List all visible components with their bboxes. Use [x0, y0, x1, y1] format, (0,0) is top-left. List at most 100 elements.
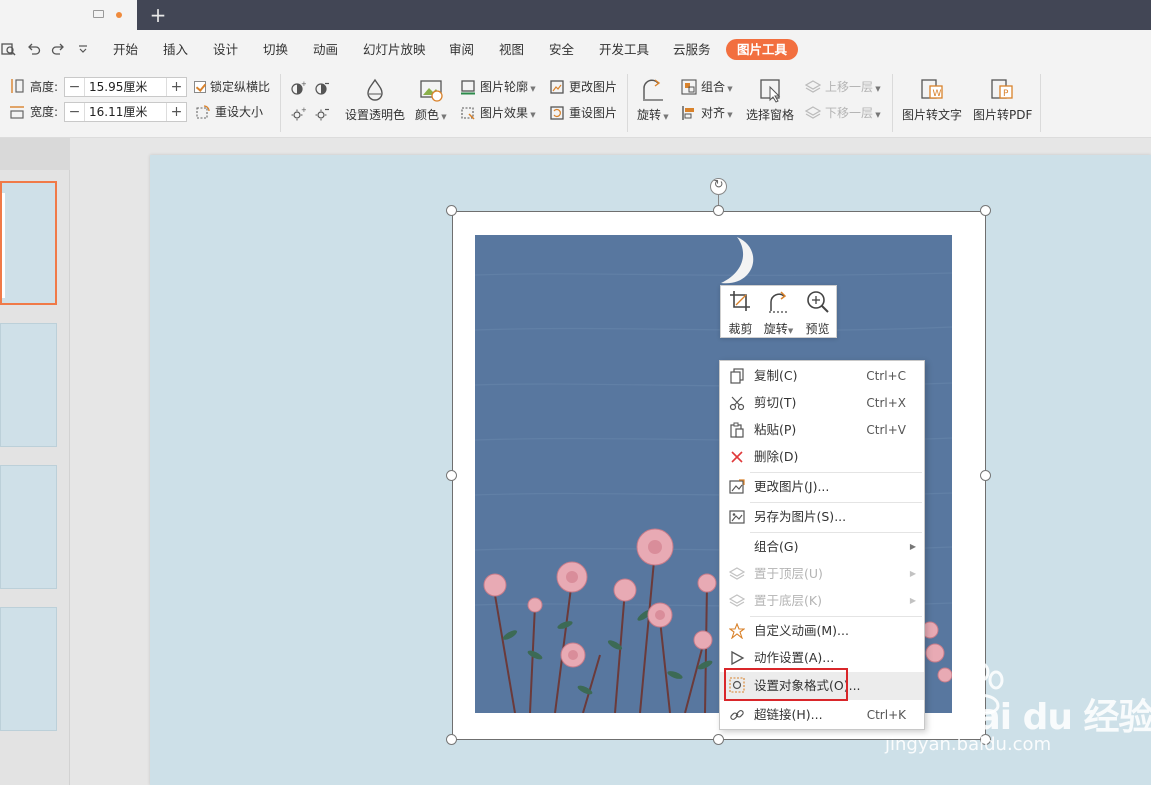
- menu-view[interactable]: 视图: [499, 41, 524, 59]
- print-preview-icon[interactable]: [1, 41, 17, 57]
- resize-handle-bottom[interactable]: [713, 734, 724, 745]
- dropdown-arrow-icon: ▼: [661, 113, 669, 121]
- menu-security[interactable]: 安全: [549, 41, 574, 59]
- menu-transition[interactable]: 切换: [263, 41, 288, 59]
- picture-to-pdf-icon[interactable]: P: [989, 77, 1015, 103]
- increase-contrast-icon[interactable]: +: [290, 80, 306, 96]
- menu-item-label: 复制(C): [754, 368, 798, 383]
- transparent-color-icon[interactable]: [362, 77, 388, 103]
- menu-insert[interactable]: 插入: [163, 41, 188, 59]
- crop-button[interactable]: 裁剪: [722, 286, 759, 339]
- slide-thumbnail[interactable]: [0, 323, 57, 447]
- paste-icon: [730, 422, 744, 438]
- change-picture-icon[interactable]: [549, 79, 565, 95]
- menu-cloud[interactable]: 云服务: [673, 41, 711, 59]
- width-increase-button[interactable]: +: [166, 103, 186, 121]
- height-stepper[interactable]: − 15.95厘米 +: [64, 77, 187, 97]
- menu-slideshow[interactable]: 幻灯片放映: [363, 41, 426, 59]
- resize-handle-bottom-left[interactable]: [446, 734, 457, 745]
- picture-effect-button[interactable]: 图片效果 ▼: [480, 105, 536, 123]
- group-button[interactable]: 组合 ▼: [701, 79, 733, 97]
- height-input[interactable]: 15.95厘米: [89, 78, 147, 96]
- lock-ratio-checkbox[interactable]: [194, 81, 206, 93]
- group-icon[interactable]: [681, 79, 697, 95]
- menu-design[interactable]: 设计: [213, 41, 238, 59]
- submenu-arrow-icon: ▶: [909, 569, 916, 578]
- menu-item-label: 更改图片(J)...: [754, 479, 830, 494]
- menu-separator: [750, 616, 922, 617]
- slide-thumbnail[interactable]: [0, 465, 57, 589]
- reset-size-button[interactable]: 重设大小: [215, 104, 263, 120]
- customize-quickbar-icon[interactable]: [75, 41, 91, 57]
- menu-item-delete[interactable]: 删除(D): [720, 444, 924, 470]
- document-tab[interactable]: [0, 0, 137, 30]
- menu-item-copy[interactable]: 复制(C) Ctrl+C: [720, 363, 924, 389]
- menu-animation[interactable]: 动画: [313, 41, 338, 59]
- reset-picture-icon[interactable]: [549, 105, 565, 121]
- selection-pane-icon[interactable]: [758, 77, 784, 103]
- menu-separator: [750, 472, 922, 473]
- link-icon: [730, 710, 744, 720]
- menu-home[interactable]: 开始: [113, 41, 138, 59]
- picture-outline-icon[interactable]: [460, 79, 476, 95]
- picture-color-icon[interactable]: [419, 77, 445, 103]
- menu-item-save-as-picture[interactable]: 另存为图片(S)...: [720, 504, 924, 530]
- slide-thumbnail[interactable]: [0, 607, 57, 731]
- float-rotate-label: 旋转▼: [760, 320, 797, 337]
- shortcut-label: Ctrl+C: [866, 369, 906, 383]
- menu-review[interactable]: 审阅: [449, 41, 474, 59]
- dropdown-arrow-icon: ▼: [725, 111, 733, 119]
- set-transparent-button[interactable]: 设置透明色: [345, 107, 405, 123]
- float-rotate-button[interactable]: 旋转▼: [760, 286, 797, 339]
- menu-item-label: 粘贴(P): [754, 422, 797, 437]
- menu-item-paste[interactable]: 粘贴(P) Ctrl+V: [720, 417, 924, 443]
- decrease-brightness-icon[interactable]: [314, 106, 330, 122]
- width-label: 宽度:: [30, 105, 59, 119]
- picture-effect-icon[interactable]: [460, 105, 476, 121]
- menu-developer[interactable]: 开发工具: [599, 41, 649, 59]
- reset-size-icon[interactable]: [195, 104, 211, 120]
- dropdown-arrow-icon: ▼: [439, 113, 447, 121]
- color-button[interactable]: 颜色 ▼: [415, 107, 447, 125]
- selection-pane-button[interactable]: 选择窗格: [746, 107, 794, 123]
- change-picture-button[interactable]: 更改图片: [569, 79, 617, 95]
- rotate-button[interactable]: 旋转 ▼: [637, 107, 669, 125]
- align-button[interactable]: 对齐 ▼: [701, 105, 733, 123]
- slide-thumbnail[interactable]: [0, 181, 57, 305]
- height-increase-button[interactable]: +: [166, 78, 186, 96]
- picture-outline-button[interactable]: 图片轮廓 ▼: [480, 79, 536, 97]
- rotate-icon[interactable]: [640, 77, 666, 103]
- ribbon: 高度: − 15.95厘米 + 宽度: − 16.11厘米 + 锁定纵横比 重设…: [0, 68, 1151, 138]
- resize-handle-top[interactable]: [713, 205, 724, 216]
- redo-icon[interactable]: [50, 41, 66, 57]
- menu-item-custom-animation[interactable]: 自定义动画(M)...: [720, 618, 924, 644]
- picture-to-pdf-button[interactable]: 图片转PDF: [973, 107, 1032, 123]
- reset-picture-button[interactable]: 重设图片: [569, 105, 617, 121]
- menu-picture-tools[interactable]: 图片工具: [726, 39, 799, 60]
- align-icon[interactable]: [681, 105, 697, 121]
- menu-item-hyperlink[interactable]: 超链接(H)... Ctrl+K: [720, 702, 924, 728]
- width-decrease-button[interactable]: −: [65, 103, 85, 121]
- increase-brightness-icon[interactable]: +: [290, 106, 306, 122]
- resize-handle-top-right[interactable]: [980, 205, 991, 216]
- resize-handle-top-left[interactable]: [446, 205, 457, 216]
- menu-item-group[interactable]: 组合(G) ▶: [720, 534, 924, 560]
- picture-to-text-icon[interactable]: W: [919, 77, 945, 103]
- decrease-contrast-icon[interactable]: [314, 80, 330, 96]
- width-input[interactable]: 16.11厘米: [89, 103, 147, 121]
- height-decrease-button[interactable]: −: [65, 78, 85, 96]
- menu-item-cut[interactable]: 剪切(T) Ctrl+X: [720, 390, 924, 416]
- scissors-icon: [729, 396, 745, 411]
- rotation-handle[interactable]: [710, 177, 727, 195]
- picture-to-text-button[interactable]: 图片转文字: [902, 107, 962, 123]
- resize-handle-right[interactable]: [980, 470, 991, 481]
- new-tab-button[interactable]: +: [148, 3, 168, 27]
- width-stepper[interactable]: − 16.11厘米 +: [64, 102, 187, 122]
- menu-item-change-picture[interactable]: 更改图片(J)...: [720, 474, 924, 500]
- slide-thumbnails-pane: [0, 138, 70, 785]
- submenu-arrow-icon: ▶: [909, 596, 916, 605]
- shortcut-label: Ctrl+V: [866, 423, 906, 437]
- undo-icon[interactable]: [26, 41, 42, 57]
- preview-button[interactable]: 预览: [799, 286, 836, 339]
- resize-handle-left[interactable]: [446, 470, 457, 481]
